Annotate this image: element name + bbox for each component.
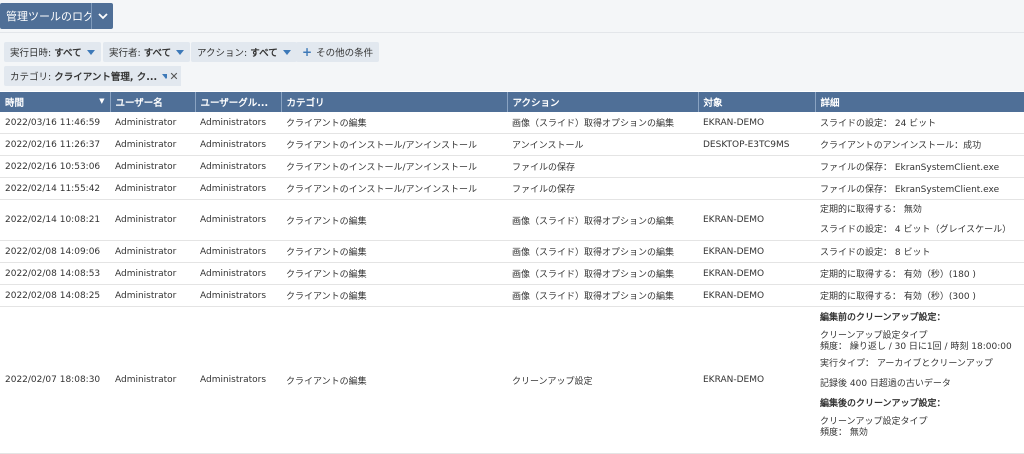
executor-filter[interactable]: 実行者: すべて — [103, 42, 191, 62]
plus-icon: + — [302, 45, 313, 59]
table-row[interactable]: 2022/03/16 11:46:59 Administrator Admini… — [0, 112, 1024, 134]
column-header-action[interactable]: アクション — [507, 92, 699, 112]
table-row[interactable]: 2022/02/14 10:08:21 Administrator Admini… — [0, 199, 1024, 241]
column-header-time[interactable]: 時間 ▼ — [0, 92, 111, 112]
top-bar: 管理ツールのログ — [0, 0, 1024, 33]
sort-desc-icon: ▼ — [99, 97, 105, 105]
remove-category-filter-button[interactable]: ✕ — [167, 66, 181, 86]
chevron-down-icon — [97, 13, 108, 20]
page-menu-button[interactable] — [91, 3, 113, 29]
close-icon: ✕ — [169, 69, 179, 83]
column-header-category[interactable]: カテゴリ — [281, 92, 508, 112]
column-header-group[interactable]: ユーザーグル... — [195, 92, 282, 112]
category-filter[interactable]: カテゴリ: クライアント管理, ク... — [4, 66, 175, 86]
column-header-user[interactable]: ユーザー名 — [110, 92, 196, 112]
table-row[interactable]: 2022/02/16 10:53:06 Administrator Admini… — [0, 155, 1024, 178]
table-row[interactable]: 2022/02/08 14:08:53 Administrator Admini… — [0, 262, 1024, 285]
filter-bar: 実行日時: すべて 実行者: すべて アクション: すべて + その他の条件 カテゴリ:… — [0, 33, 1024, 91]
table-row[interactable]: 2022/02/16 11:26:37 Administrator Admini… — [0, 133, 1024, 156]
table-row[interactable]: 2022/02/14 11:55:42 Administrator Admini… — [0, 177, 1024, 200]
caret-down-icon — [282, 49, 291, 55]
column-header-details[interactable]: 詳細 — [815, 92, 1024, 112]
exec-date-filter[interactable]: 実行日時: すべて — [4, 42, 101, 62]
page-title: 管理ツールのログ — [6, 10, 94, 23]
column-header-target[interactable]: 対象 — [698, 92, 816, 112]
caret-down-icon — [176, 49, 185, 55]
table-row[interactable]: 2022/02/08 14:08:25 Administrator Admini… — [0, 284, 1024, 307]
page-title-button[interactable]: 管理ツールのログ — [0, 3, 100, 29]
table-header-row: 時間 ▼ ユーザー名 ユーザーグル... カテゴリ アクション 対象 詳細 — [0, 92, 1024, 112]
caret-down-icon — [86, 49, 95, 55]
table-row[interactable]: 2022/02/07 18:08:30 Administrator Admini… — [0, 306, 1024, 454]
table-row[interactable]: 2022/02/08 14:09:06 Administrator Admini… — [0, 240, 1024, 263]
other-conditions-button[interactable]: + その他の条件 — [296, 42, 380, 62]
action-filter[interactable]: アクション: すべて — [191, 42, 297, 62]
log-table: 時間 ▼ ユーザー名 ユーザーグル... カテゴリ アクション 対象 詳細 202… — [0, 92, 1024, 454]
